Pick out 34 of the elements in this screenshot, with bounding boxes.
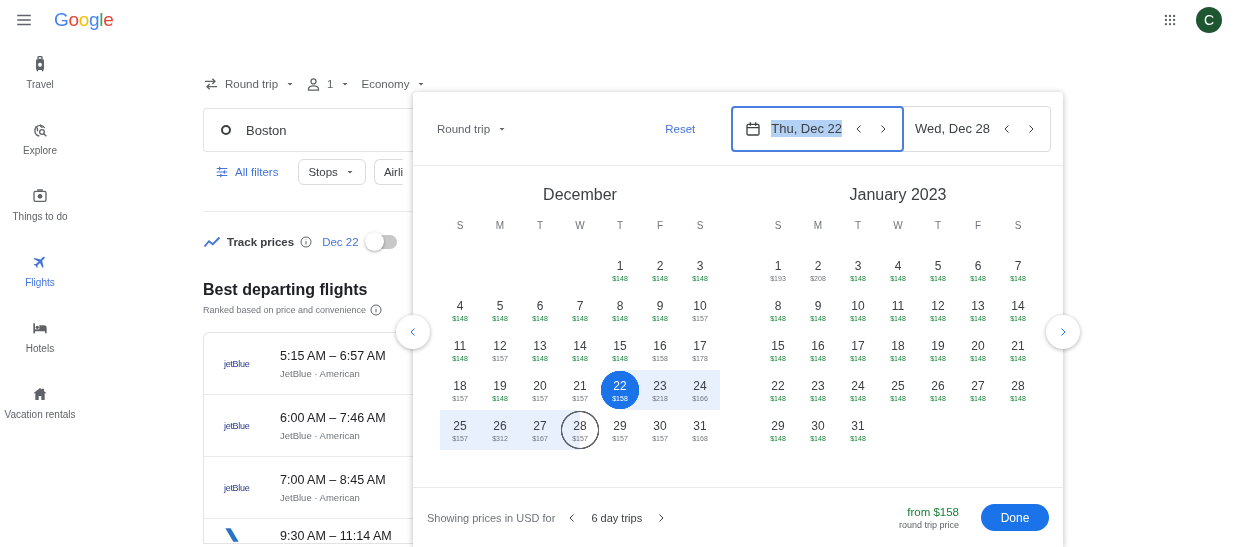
flight-times: 9:30 AM – 11:14 AM [280, 529, 392, 543]
weekday-label: S [1013, 220, 1023, 233]
weekday-label: T [853, 220, 863, 233]
weekday-label: T [615, 220, 625, 233]
weekday-label: S [773, 220, 783, 233]
section-subtitle: Ranked based on price and convenience [203, 305, 367, 315]
flight-times: 6:00 AM – 7:46 AM [280, 410, 386, 425]
airline-names: JetBlue · American [280, 491, 361, 503]
track-prices-label: Track prices [227, 236, 295, 248]
weekday-label: M [812, 220, 824, 233]
airline-names: JetBlue · American [280, 367, 361, 379]
trip-length: 6 day trips [591, 511, 643, 524]
weekday-label: T [933, 220, 943, 233]
weekday-label: W [892, 220, 904, 233]
airline-logo: jetBlue [224, 482, 250, 493]
airline-logo: jetBlue [224, 358, 250, 369]
flight-times: 7:00 AM – 8:45 AM [280, 472, 386, 487]
month-title: December [542, 186, 618, 205]
weekday-label: M [494, 220, 506, 233]
weekday-label: S [695, 220, 705, 233]
weekday-label: W [574, 220, 586, 233]
flight-times: 5:15 AM – 6:57 AM [280, 348, 386, 363]
track-date: Dec 22 [322, 236, 359, 248]
weekday-label: T [535, 220, 545, 233]
weekday-label: S [455, 220, 465, 233]
month-title: January 2023 [848, 186, 948, 205]
airline-names: JetBlue · American [280, 429, 361, 441]
google-logo: Google [54, 9, 114, 31]
airline-logo: jetBlue [224, 420, 250, 431]
weekday-label: F [973, 220, 983, 233]
price-note: round trip price [898, 519, 959, 530]
weekday-label: F [655, 220, 665, 233]
lowest-price: from $158 [907, 505, 959, 518]
section-heading: Best departing flights [203, 281, 369, 299]
